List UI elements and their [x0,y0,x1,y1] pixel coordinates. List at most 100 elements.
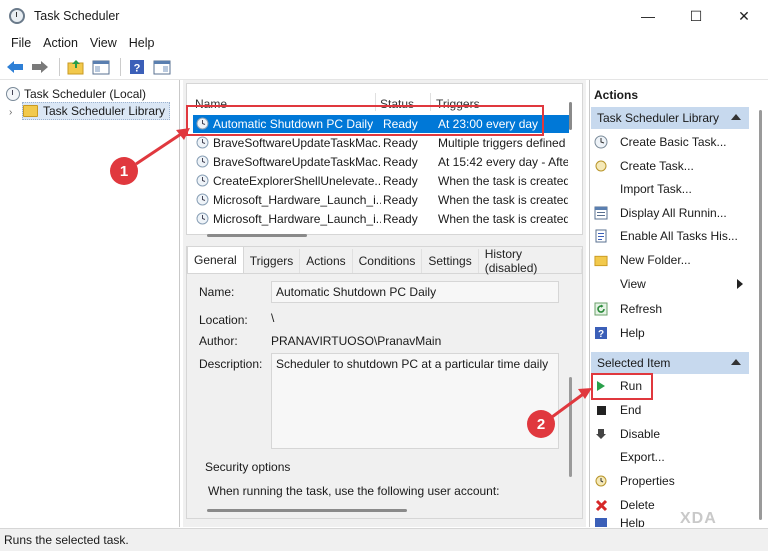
step-badge-2: 2 [527,410,555,438]
task-clock-icon [196,193,209,206]
action-properties[interactable]: Properties [594,471,749,491]
console-tree: Task Scheduler (Local) › Task Scheduler … [0,80,180,527]
actions-vertical-scrollbar[interactable] [759,110,762,520]
action-label: Refresh [620,302,663,316]
table-row[interactable]: CreateExplorerShellUnelevate... Ready Wh… [193,172,569,190]
clock-icon [6,87,20,101]
action-refresh[interactable]: Refresh [594,299,749,319]
description-field[interactable]: Scheduler to shutdown PC at a particular… [271,353,559,449]
task-status: Ready [383,212,418,226]
show-hide-action-pane-button[interactable] [151,57,173,77]
section-label: Selected Item [597,356,671,370]
menu-action[interactable]: Action [38,36,83,50]
task-clock-icon [196,174,209,187]
action-create-basic-task[interactable]: Create Basic Task... [594,132,749,152]
action-pane-icon [153,60,171,74]
tab-conditions[interactable]: Conditions [353,249,423,273]
minimize-button[interactable]: — [624,0,672,32]
action-label: Export... [620,450,665,464]
task-trigger: Multiple triggers defined [438,136,566,150]
task-name: Microsoft_Hardware_Launch_i... [213,212,381,226]
task-trigger: When the task is created [438,174,568,188]
task-details-panel: General Triggers Actions Conditions Sett… [186,246,583,519]
task-clock-icon [196,212,209,225]
center-pane: Name Status Triggers Automatic Shutdown … [183,80,586,527]
menu-view[interactable]: View [85,36,122,50]
tab-actions[interactable]: Actions [300,249,353,273]
action-disable[interactable]: Disable [594,424,749,444]
action-end[interactable]: End [594,400,749,420]
back-button[interactable] [4,57,26,77]
details-tabs: General Triggers Actions Conditions Sett… [187,246,582,275]
action-label: End [620,403,642,417]
action-label: Properties [620,474,675,488]
step-badge-1: 1 [110,157,138,185]
highlight-task-row [186,105,544,136]
new-folder-icon [594,253,608,267]
details-vertical-scrollbar[interactable] [569,377,572,477]
task-name: BraveSoftwareUpdateTaskMac... [213,136,381,150]
tab-triggers[interactable]: Triggers [244,249,301,273]
action-new-folder[interactable]: New Folder... [594,250,749,270]
action-enable-history[interactable]: Enable All Tasks His... [594,226,749,246]
action-label: Disable [620,427,661,441]
action-delete[interactable]: Delete [594,495,749,515]
table-row[interactable]: Microsoft_Hardware_Launch_i... Ready Whe… [193,191,569,209]
submenu-arrow-icon [737,279,743,289]
disable-arrow-icon [594,427,608,441]
tree-item-root[interactable]: Task Scheduler (Local) [6,85,146,103]
task-status: Ready [383,174,418,188]
action-label: Delete [620,498,655,512]
tree-item-library[interactable]: Task Scheduler Library [22,102,171,120]
forward-button[interactable] [29,57,51,77]
action-create-task[interactable]: Create Task... [594,156,749,176]
actions-header: Actions [594,88,639,102]
collapse-triangle-icon [731,114,741,120]
task-scheduler-icon [9,8,25,24]
table-row[interactable]: BraveSoftwareUpdateTaskMac... Ready At 1… [193,153,569,171]
section-label: Task Scheduler Library [597,111,720,125]
task-list-vertical-scrollbar[interactable] [569,102,572,130]
action-view[interactable]: View [594,274,749,294]
details-horizontal-scrollbar[interactable] [207,509,407,512]
menu-file[interactable]: File [6,36,36,50]
table-row[interactable]: BraveSoftwareUpdateTaskMac... Ready Mult… [193,134,569,152]
collapse-triangle-icon [731,359,741,365]
name-field[interactable]: Automatic Shutdown PC Daily [271,281,559,303]
action-label: Help [620,518,645,527]
show-hide-tree-button[interactable] [90,57,112,77]
maximize-button[interactable]: ☐ [672,0,720,32]
list-window-icon [594,206,608,220]
import-icon [594,182,608,196]
action-label: New Folder... [620,253,691,267]
section-task-scheduler-library[interactable]: Task Scheduler Library [591,107,749,129]
folder-up-icon [67,59,84,74]
location-value: \ [271,311,275,325]
author-label: Author: [199,334,238,348]
close-button[interactable]: ✕ [720,0,768,32]
action-help-selected[interactable]: Help [594,518,749,527]
task-list-horizontal-scrollbar[interactable] [207,234,307,237]
properties-clock-icon [594,474,608,488]
up-folder-button[interactable] [65,57,87,77]
menu-help[interactable]: Help [124,36,160,50]
task-clock-icon [196,155,209,168]
table-row[interactable]: Microsoft_Hardware_Launch_i... Ready Whe… [193,210,569,228]
location-label: Location: [199,313,248,327]
status-bar: Runs the selected task. [0,528,768,551]
action-label: Enable All Tasks His... [620,229,738,243]
tab-general[interactable]: General [187,246,244,273]
section-selected-item[interactable]: Selected Item [591,352,749,374]
action-import-task[interactable]: Import Task... [594,179,749,199]
action-display-running[interactable]: Display All Runnin... [594,203,749,223]
highlight-run-action [591,373,653,400]
toolbar: ? [0,54,768,80]
action-export[interactable]: Export... [594,447,749,467]
tree-expand-chevron-icon[interactable]: › [9,103,12,121]
tab-history[interactable]: History (disabled) [479,247,582,275]
window-controls: — ☐ ✕ [624,0,768,32]
status-text: Runs the selected task. [4,533,129,547]
action-help-library[interactable]: ? Help [594,323,749,343]
tab-settings[interactable]: Settings [422,249,479,273]
help-button[interactable]: ? [126,57,148,77]
